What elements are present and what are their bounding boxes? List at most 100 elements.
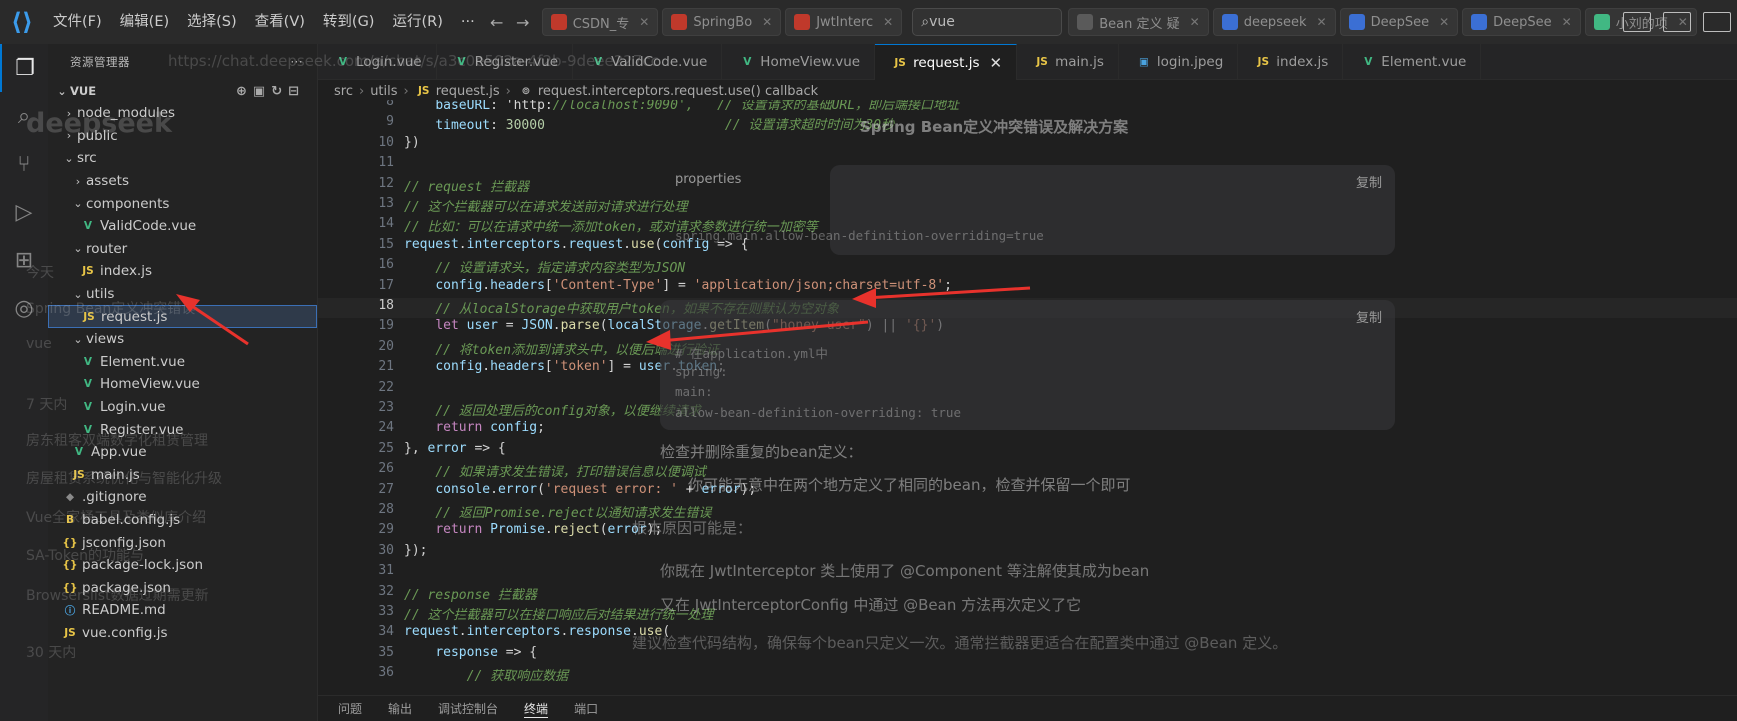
- command-center-search[interactable]: ⌕ vue: [912, 8, 1063, 36]
- menu-item-6[interactable]: ···: [452, 0, 484, 44]
- close-icon[interactable]: ✕: [1190, 15, 1200, 29]
- back-arrow-icon[interactable]: ←: [484, 13, 510, 32]
- file-item[interactable]: ◆ .gitignore: [48, 486, 317, 509]
- code-text: }, error => {: [394, 441, 506, 461]
- code-token: .: [490, 481, 498, 497]
- toggle-panel-icon[interactable]: [1663, 12, 1691, 32]
- browser-tab[interactable]: deepseek ✕: [1212, 8, 1336, 36]
- code-line[interactable]: 16 // 设置请求头，指定请求内容类型为JSON: [318, 257, 1737, 277]
- code-token: .: [544, 522, 553, 538]
- code-token: ] =: [607, 359, 639, 375]
- code-line[interactable]: 10}): [318, 135, 1737, 155]
- menu-item-3[interactable]: 查看(V): [246, 0, 314, 44]
- js-file-icon: JS: [417, 85, 430, 97]
- close-icon[interactable]: ✕: [1439, 15, 1449, 29]
- code-text: // 获取响应数据: [394, 665, 568, 685]
- editor-tab[interactable]: JS index.js: [1238, 44, 1344, 80]
- panel-tab[interactable]: 端口: [574, 700, 598, 717]
- breadcrumb-segment[interactable]: utils: [370, 84, 397, 99]
- panel-tab[interactable]: 终端: [524, 700, 549, 718]
- tree-item-label: .gitignore: [82, 489, 147, 506]
- panel-tab[interactable]: 调试控制台: [438, 700, 498, 717]
- editor-tab[interactable]: ▣ login.jpeg: [1119, 44, 1239, 80]
- editor-tab[interactable]: V HomeView.vue: [722, 44, 876, 80]
- browser-tab[interactable]: CSDN_专 ✕: [541, 8, 659, 36]
- code-token: 'request error: ': [544, 481, 678, 497]
- code-token: =: [497, 318, 522, 334]
- overlay-bullet1: 你既在 JwtInterceptor 类上使用了 @Component 等注解使…: [660, 562, 1150, 580]
- file-item[interactable]: V Login.vue: [48, 396, 317, 419]
- browser-tab[interactable]: DeepSee ✕: [1462, 8, 1581, 36]
- browser-tab-label: SpringBo: [693, 14, 753, 30]
- workspace-root[interactable]: ⌄ VUE ⊕▣↻⊟: [48, 80, 317, 102]
- toggle-sidebar-icon[interactable]: [1623, 12, 1651, 32]
- breadcrumb-segment[interactable]: src: [334, 84, 353, 99]
- folder-item[interactable]: › assets: [48, 170, 317, 193]
- code-line[interactable]: 8 baseURL: 'http://localhost:9090', // 设…: [318, 100, 1737, 114]
- line-number: 8: [386, 100, 394, 109]
- line-number: 27: [378, 481, 394, 497]
- breadcrumb-segment[interactable]: request.interceptors.request.use() callb…: [538, 84, 818, 99]
- folder-item[interactable]: ⌄ views: [48, 328, 317, 351]
- menu-item-5[interactable]: 运行(R): [383, 0, 451, 44]
- explorer-actions[interactable]: ⊕▣↻⊟: [236, 84, 305, 99]
- code-line[interactable]: 29 return Promise.reject(error);: [318, 522, 1737, 542]
- title-bar: ⟨⟩ 文件(F) 编辑(E) 选择(S) 查看(V) 转到(G) 运行(R) ··· ← →…: [0, 0, 1737, 44]
- explorer-icon[interactable]: ❐: [0, 44, 48, 92]
- file-item[interactable]: V Element.vue: [48, 351, 317, 374]
- tree-item-label: HomeView.vue: [100, 376, 200, 393]
- close-icon[interactable]: ✕: [762, 15, 772, 29]
- file-item[interactable]: V ValidCode.vue: [48, 215, 317, 238]
- menu-item-1[interactable]: 编辑(E): [111, 0, 178, 44]
- code-token: use: [631, 236, 655, 252]
- code-token: 'application/json;charset=utf-8': [693, 277, 945, 293]
- code-line[interactable]: 28 // 返回Promise.reject以通知请求发生错误: [318, 502, 1737, 522]
- file-item[interactable]: JS index.js: [48, 260, 317, 283]
- overlay-yaml-line: main:: [675, 384, 713, 399]
- line-number: 33: [378, 604, 394, 619]
- browser-tab[interactable]: DeepSee ✕: [1339, 8, 1459, 36]
- code-text: });: [394, 543, 427, 563]
- breadcrumb-segment[interactable]: request.js: [436, 84, 500, 99]
- folder-item[interactable]: ⌄ components: [48, 192, 317, 215]
- code-line[interactable]: 36 // 获取响应数据: [318, 665, 1737, 685]
- browser-tab[interactable]: Bean 定义 疑 ✕: [1068, 8, 1209, 36]
- code-token: ;: [944, 277, 952, 293]
- close-icon[interactable]: ✕: [1562, 15, 1572, 29]
- panel-tab[interactable]: 问题: [338, 700, 362, 717]
- run-debug-icon[interactable]: ▷: [0, 188, 48, 236]
- file-item[interactable]: V HomeView.vue: [48, 373, 317, 396]
- close-icon[interactable]: ✕: [1317, 15, 1327, 29]
- tree-item-label: Login.vue: [100, 399, 166, 416]
- menu-item-4[interactable]: 转到(G): [314, 0, 384, 44]
- overlay-history-item: SA-Token的功能与: [26, 548, 145, 564]
- editor-tab[interactable]: JS request.js ✕: [875, 44, 1018, 80]
- overlay-history-item: 房屋租赁系统优化与智能化升级: [26, 471, 222, 487]
- source-control-icon[interactable]: ⑂: [0, 140, 48, 188]
- folder-item[interactable]: ⌄ router: [48, 238, 317, 261]
- overlay-heading: Spring Bean定义冲突错误及解决方案: [860, 118, 1129, 136]
- file-item[interactable]: JS vue.config.js: [48, 622, 317, 645]
- close-icon[interactable]: ✕: [639, 15, 649, 29]
- command-center-text: vue: [929, 14, 955, 30]
- code-line[interactable]: 17 config.headers['Content-Type'] = 'app…: [318, 278, 1737, 298]
- menu-item-2[interactable]: 选择(S): [178, 0, 246, 44]
- forward-arrow-icon[interactable]: →: [510, 13, 536, 32]
- browser-tab[interactable]: SpringBo ✕: [662, 8, 782, 36]
- toggle-secondary-sidebar-icon[interactable]: [1703, 12, 1731, 32]
- panel-tab[interactable]: 输出: [388, 700, 412, 717]
- code-token: config: [435, 277, 483, 293]
- editor-tab[interactable]: JS main.js: [1017, 44, 1119, 80]
- close-icon[interactable]: ✕: [990, 54, 1003, 72]
- menu-item-0[interactable]: 文件(F): [44, 0, 111, 44]
- close-icon[interactable]: ✕: [883, 15, 893, 29]
- browser-tab[interactable]: JwtInterc ✕: [785, 8, 903, 36]
- tree-item-label: ValidCode.vue: [100, 218, 197, 235]
- js-file-icon: JS: [1036, 56, 1048, 68]
- folder-item[interactable]: ⌄ src: [48, 147, 317, 170]
- code-line[interactable]: 25}, error => {: [318, 441, 1737, 461]
- code-token: (: [599, 522, 608, 538]
- editor-tab[interactable]: V Element.vue: [1343, 44, 1482, 80]
